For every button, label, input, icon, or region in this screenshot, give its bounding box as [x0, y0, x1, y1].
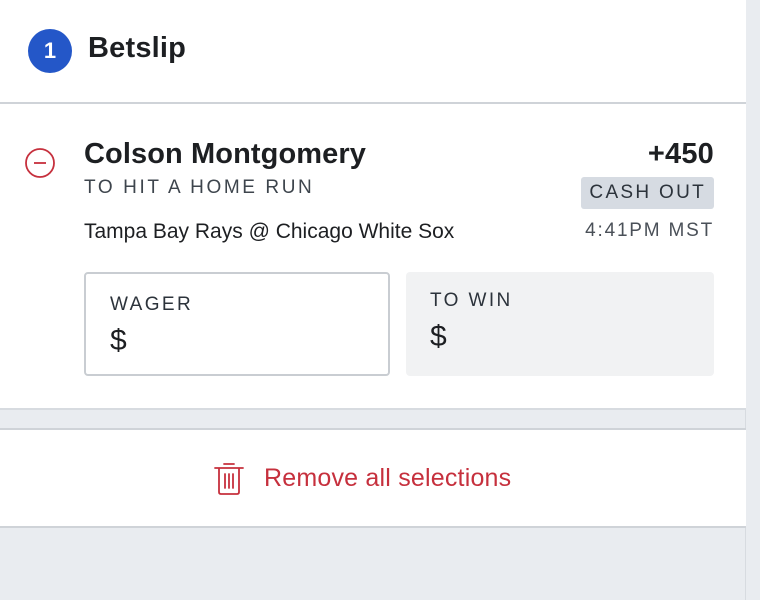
betslip-panel: 1 Betslip Colson Montgomery TO HIT A HOM…: [0, 0, 746, 600]
to-win-currency: $: [430, 320, 447, 353]
remove-all-selections-button[interactable]: Remove all selections: [212, 458, 511, 498]
wager-input[interactable]: WAGER $: [84, 272, 390, 376]
to-win-label: TO WIN: [430, 290, 513, 311]
cash-out-badge: CASH OUT: [581, 177, 714, 209]
selection-market: TO HIT A HOME RUN: [84, 177, 315, 198]
to-win-field: TO WIN $: [406, 272, 714, 376]
selection-player-name: Colson Montgomery: [84, 138, 367, 170]
betslip-actions: Remove all selections: [0, 428, 746, 528]
betslip-title: Betslip: [88, 32, 187, 64]
betslip-header: 1 Betslip: [0, 0, 746, 104]
bet-selection-card: Colson Montgomery TO HIT A HOME RUN +450…: [0, 104, 746, 410]
wager-currency: $: [110, 324, 127, 357]
selection-odds: +450: [647, 138, 714, 170]
selection-count-badge: 1: [28, 29, 72, 73]
remove-all-label: Remove all selections: [264, 463, 512, 492]
wager-label: WAGER: [110, 294, 194, 315]
game-matchup: Tampa Bay Rays @ Chicago White Sox: [84, 220, 455, 243]
minus-circle-icon[interactable]: [24, 147, 56, 179]
game-time: 4:41PM MST: [585, 220, 714, 241]
trash-icon: [214, 463, 244, 495]
